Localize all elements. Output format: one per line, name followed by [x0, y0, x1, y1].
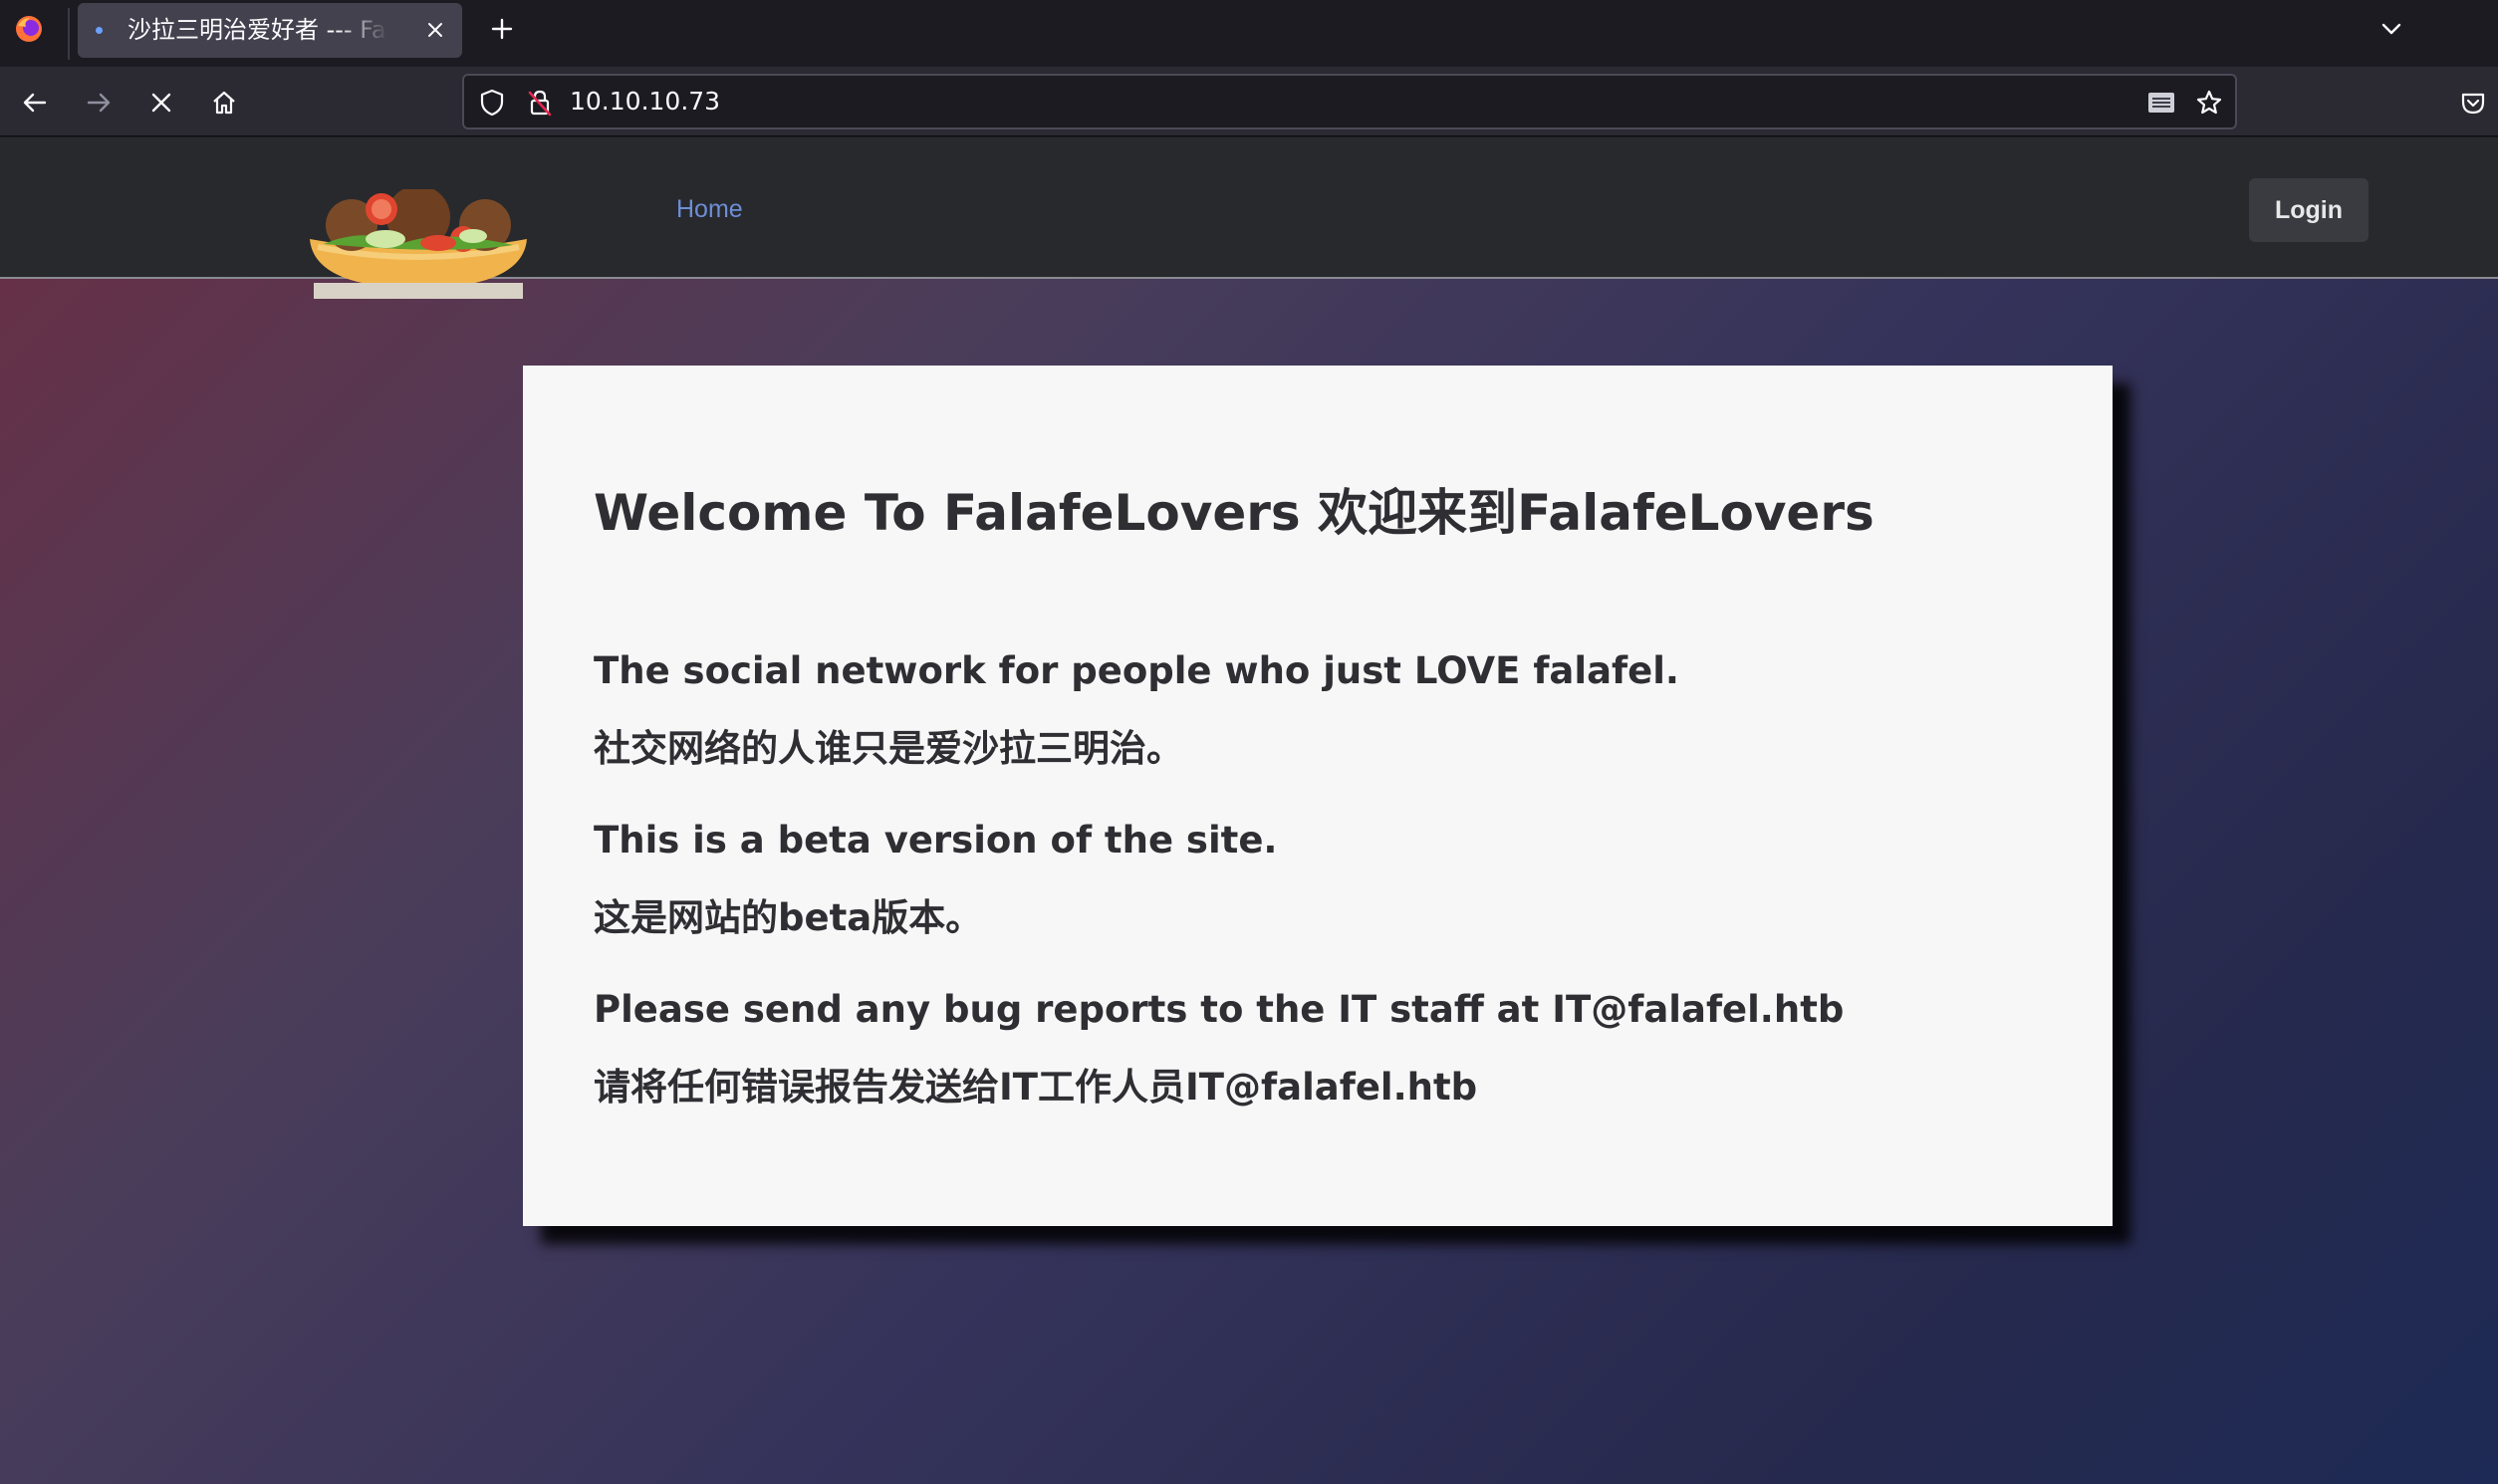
firefox-logo-icon[interactable] [10, 10, 48, 48]
falafel-logo[interactable] [304, 185, 533, 299]
browser-nav-bar: 10.10.10.73 [0, 67, 2498, 136]
beta-notice-en: This is a beta version of the site. [594, 819, 1278, 862]
browser-tab-strip: 沙拉三明治爱好者 --- Falafel Lovers [0, 0, 2498, 67]
welcome-card: Welcome To FalafeLovers 欢迎来到FalafeLovers… [523, 366, 2113, 1226]
bug-report-zh: 请将任何错误报告发送给IT工作人员IT@falafel.htb [594, 1066, 1478, 1109]
reader-view-icon[interactable] [2145, 87, 2177, 119]
page-viewport: Home Login Welcome To FalafeLovers 欢迎来到F… [0, 137, 2498, 1484]
tab-list-chevron-down-icon[interactable] [2374, 12, 2408, 46]
pocket-icon[interactable] [2453, 83, 2493, 123]
shield-icon[interactable] [476, 87, 508, 119]
tab-separator [68, 8, 70, 60]
bug-report-en: Please send any bug reports to the IT st… [594, 988, 1845, 1031]
browser-tab-active[interactable]: 沙拉三明治爱好者 --- Falafel Lovers [78, 3, 462, 58]
page-title: Welcome To FalafeLovers 欢迎来到FalafeLovers [594, 484, 1874, 542]
insecure-lock-icon[interactable] [524, 87, 556, 119]
stop-loading-close-icon[interactable] [141, 83, 181, 123]
forward-arrow-icon[interactable] [79, 83, 119, 123]
nav-home-link[interactable]: Home [676, 195, 743, 224]
intro-text-en: The social network for people who just L… [594, 649, 1679, 692]
intro-text-zh: 社交网络的人谁只是爱沙拉三明治。 [594, 727, 1183, 770]
new-tab-plus-icon[interactable] [485, 12, 519, 46]
url-text: 10.10.10.73 [570, 87, 721, 116]
address-bar[interactable]: 10.10.10.73 [462, 74, 2237, 129]
loading-indicator-icon [96, 27, 103, 34]
site-header: Home Login [0, 137, 2498, 299]
beta-notice-zh: 这是网站的beta版本。 [594, 896, 983, 939]
bookmark-star-icon[interactable] [2193, 87, 2225, 119]
back-arrow-icon[interactable] [15, 83, 55, 123]
tab-title: 沙拉三明治爱好者 --- Falafel Lovers [127, 16, 388, 44]
close-tab-icon[interactable] [422, 17, 448, 43]
home-icon[interactable] [204, 83, 244, 123]
login-button[interactable]: Login [2249, 178, 2369, 242]
